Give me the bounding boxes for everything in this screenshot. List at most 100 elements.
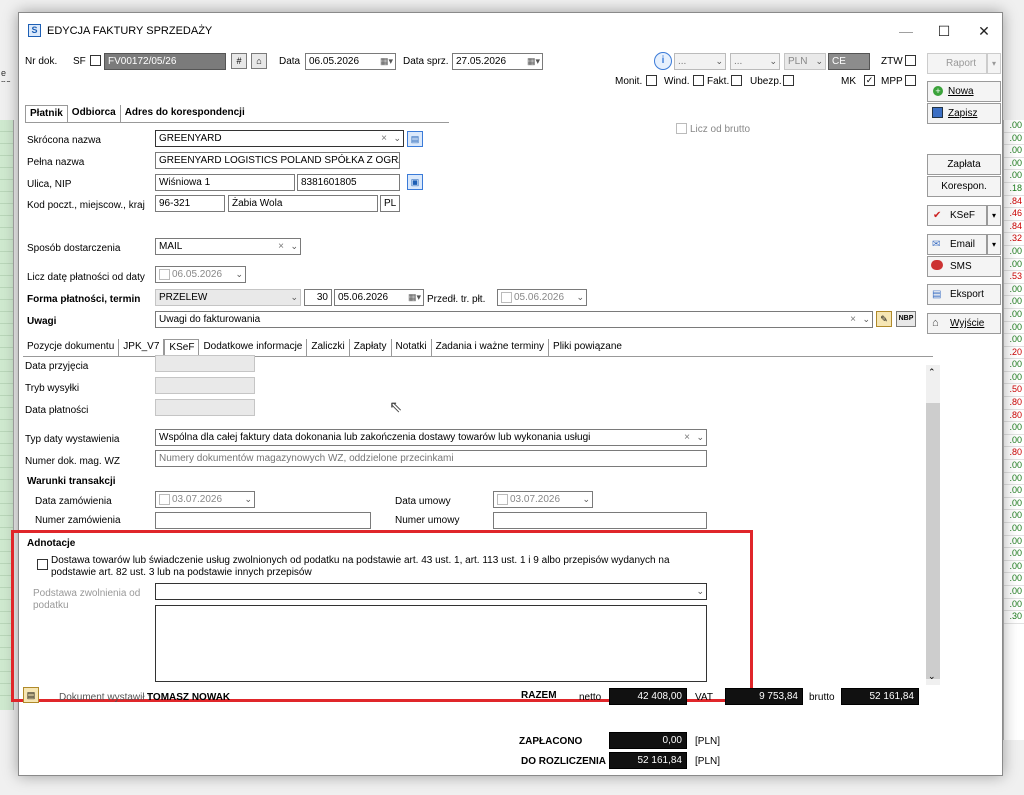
book-icon[interactable]: ▤ bbox=[407, 131, 423, 147]
tab-pozycje[interactable]: Pozycje dokumentu bbox=[23, 339, 120, 356]
typ-daty-combo[interactable]: Wspólna dla całej faktury data dokonania… bbox=[155, 429, 707, 446]
termin-days-input[interactable]: 30 bbox=[304, 289, 332, 306]
background-row bbox=[0, 372, 13, 384]
mk-checkbox[interactable]: ✓ bbox=[864, 75, 875, 86]
chevron-down-icon[interactable]: ⌄ bbox=[582, 493, 590, 506]
background-row bbox=[0, 300, 13, 312]
chevron-down-icon[interactable]: ⌄ bbox=[696, 431, 704, 444]
tab-pliki[interactable]: Pliki powiązane bbox=[549, 339, 626, 356]
user-card-icon[interactable]: ▤ bbox=[23, 687, 39, 703]
tab-platnik[interactable]: Płatnik bbox=[25, 105, 68, 122]
chevron-down-icon[interactable]: ⌄ bbox=[862, 313, 870, 326]
nr-dok-input[interactable]: FV00172/05/26 bbox=[104, 53, 226, 70]
tab-ksef[interactable]: KSeF bbox=[164, 339, 200, 356]
panel-scrollbar[interactable]: ⌃ ⌄ bbox=[926, 365, 940, 685]
tab-notatki[interactable]: Notatki bbox=[392, 339, 432, 356]
tab-jpk[interactable]: JPK_V7 bbox=[119, 339, 165, 356]
ulica-input[interactable]: Wiśniowa 1 bbox=[155, 174, 295, 191]
edit-notes-icon[interactable]: ✎ bbox=[876, 311, 892, 327]
background-row bbox=[0, 336, 13, 348]
kod-input[interactable]: 96-321 bbox=[155, 195, 225, 212]
combo1[interactable]: ... ⌄ bbox=[674, 53, 726, 70]
data-umowy-checkbox[interactable] bbox=[497, 493, 508, 505]
chevron-down-icon[interactable]: ⌄ bbox=[290, 291, 298, 304]
nip-input[interactable]: 8381601805 bbox=[297, 174, 400, 191]
licz-date-input[interactable]: 06.05.2026 ⌄ bbox=[155, 266, 246, 283]
korespon-button[interactable]: Korespon. bbox=[927, 176, 1001, 197]
wind-checkbox[interactable] bbox=[693, 75, 704, 86]
data-input[interactable]: 06.05.2026 ▦▾ bbox=[305, 53, 396, 70]
numer-wz-input[interactable]: Numery dokumentów magazynowych WZ, oddzi… bbox=[155, 450, 707, 467]
sposob-combo[interactable]: MAIL × ⌄ bbox=[155, 238, 301, 255]
ubezp-checkbox[interactable] bbox=[783, 75, 794, 86]
scroll-down-icon[interactable]: ⌄ bbox=[928, 671, 936, 682]
numer-umowy-input[interactable] bbox=[493, 512, 707, 529]
tab-adres[interactable]: Adres do korespondencji bbox=[121, 105, 249, 122]
background-value: .00 bbox=[1004, 536, 1024, 549]
background-value: .00 bbox=[1004, 422, 1024, 435]
tab-zaplaty[interactable]: Zapłaty bbox=[350, 339, 392, 356]
wind-label: Wind. bbox=[664, 76, 690, 87]
pelna-input[interactable]: GREENYARD LOGISTICS POLAND SPÓŁKA Z OGRA… bbox=[155, 152, 400, 169]
skrocona-input[interactable]: GREENYARD × ⌄ bbox=[155, 130, 404, 147]
info-icon[interactable]: i bbox=[654, 52, 672, 70]
data-label: Data bbox=[279, 56, 301, 67]
data-zam-checkbox[interactable] bbox=[159, 493, 170, 505]
data-przyjecia-label: Data przyjęcia bbox=[25, 361, 89, 372]
uwagi-combo[interactable]: Uwagi do fakturowania × ⌄ bbox=[155, 311, 873, 328]
sf-checkbox[interactable] bbox=[90, 55, 101, 66]
fakt-checkbox[interactable] bbox=[731, 75, 742, 86]
chevron-down-icon[interactable]: ⌄ bbox=[244, 493, 252, 506]
counter-icon[interactable]: # bbox=[231, 53, 247, 69]
data-platnosci-input bbox=[155, 399, 255, 416]
close-button[interactable]: ✕ bbox=[969, 21, 999, 41]
mpp-checkbox[interactable] bbox=[905, 75, 916, 86]
tab-zaliczki[interactable]: Zaliczki bbox=[307, 339, 350, 356]
maximize-button[interactable]: ☐ bbox=[929, 21, 959, 41]
licz-brutto-checkbox[interactable] bbox=[676, 123, 687, 134]
calendar-icon[interactable]: ▦▾ bbox=[380, 55, 393, 68]
email-dropdown[interactable]: ▾ bbox=[987, 234, 1001, 255]
scrollbar-thumb[interactable] bbox=[926, 403, 940, 679]
calendar-icon[interactable]: ▦▾ bbox=[408, 291, 421, 304]
clear-icon[interactable]: × bbox=[278, 240, 284, 253]
chevron-down-icon[interactable]: ⌄ bbox=[290, 240, 298, 253]
currency-combo[interactable]: PLN ⌄ bbox=[784, 53, 826, 70]
kraj-input[interactable]: PL bbox=[380, 195, 400, 212]
chevron-down-icon[interactable]: ⌄ bbox=[393, 132, 401, 145]
raport-button[interactable]: Raport bbox=[927, 53, 987, 74]
przedl-checkbox[interactable] bbox=[501, 291, 512, 303]
nbp-button[interactable]: NBP bbox=[896, 311, 916, 327]
chevron-down-icon[interactable]: ⌄ bbox=[576, 291, 584, 304]
zaplata-button[interactable]: Zapłata bbox=[927, 154, 1001, 175]
monit-checkbox[interactable] bbox=[646, 75, 657, 86]
tab-dodatkowe[interactable]: Dodatkowe informacje bbox=[199, 339, 308, 356]
ztw-checkbox[interactable] bbox=[905, 55, 916, 66]
lookup-icon[interactable]: ▣ bbox=[407, 174, 423, 190]
clear-icon[interactable]: × bbox=[684, 431, 690, 444]
miejsc-input[interactable]: Żabia Wola bbox=[228, 195, 378, 212]
ce-input[interactable]: CE bbox=[828, 53, 870, 70]
data-zam-input[interactable]: 03.07.2026 ⌄ bbox=[155, 491, 255, 508]
forma-combo[interactable]: PRZELEW ⌄ bbox=[155, 289, 301, 306]
tab-zadania[interactable]: Zadania i ważne terminy bbox=[432, 339, 550, 356]
data-umowy-input[interactable]: 03.07.2026 ⌄ bbox=[493, 491, 593, 508]
ksef-dropdown[interactable]: ▾ bbox=[987, 205, 1001, 226]
scroll-up-icon[interactable]: ⌃ bbox=[928, 367, 936, 378]
clear-icon[interactable]: × bbox=[850, 313, 856, 326]
numer-zam-input[interactable] bbox=[155, 512, 371, 529]
data-sprz-input[interactable]: 27.05.2026 ▦▾ bbox=[452, 53, 543, 70]
przedl-input[interactable]: 05.06.2026 ⌄ bbox=[497, 289, 587, 306]
raport-dropdown[interactable]: ▾ bbox=[987, 53, 1001, 74]
tab-odbiorca[interactable]: Odbiorca bbox=[68, 105, 121, 122]
bank-icon[interactable]: ⌂ bbox=[251, 53, 267, 69]
calendar-icon[interactable]: ▦▾ bbox=[527, 55, 540, 68]
mk-label: MK bbox=[841, 76, 856, 87]
licz-date-checkbox[interactable] bbox=[159, 268, 170, 280]
termin-date-input[interactable]: 05.06.2026 ▦▾ bbox=[334, 289, 424, 306]
chevron-down-icon[interactable]: ⌄ bbox=[235, 268, 243, 281]
clear-icon[interactable]: × bbox=[381, 132, 387, 145]
combo2[interactable]: ... ⌄ bbox=[730, 53, 780, 70]
sposob-label: Sposób dostarczenia bbox=[27, 243, 121, 254]
minimize-button[interactable]: — bbox=[891, 21, 921, 41]
